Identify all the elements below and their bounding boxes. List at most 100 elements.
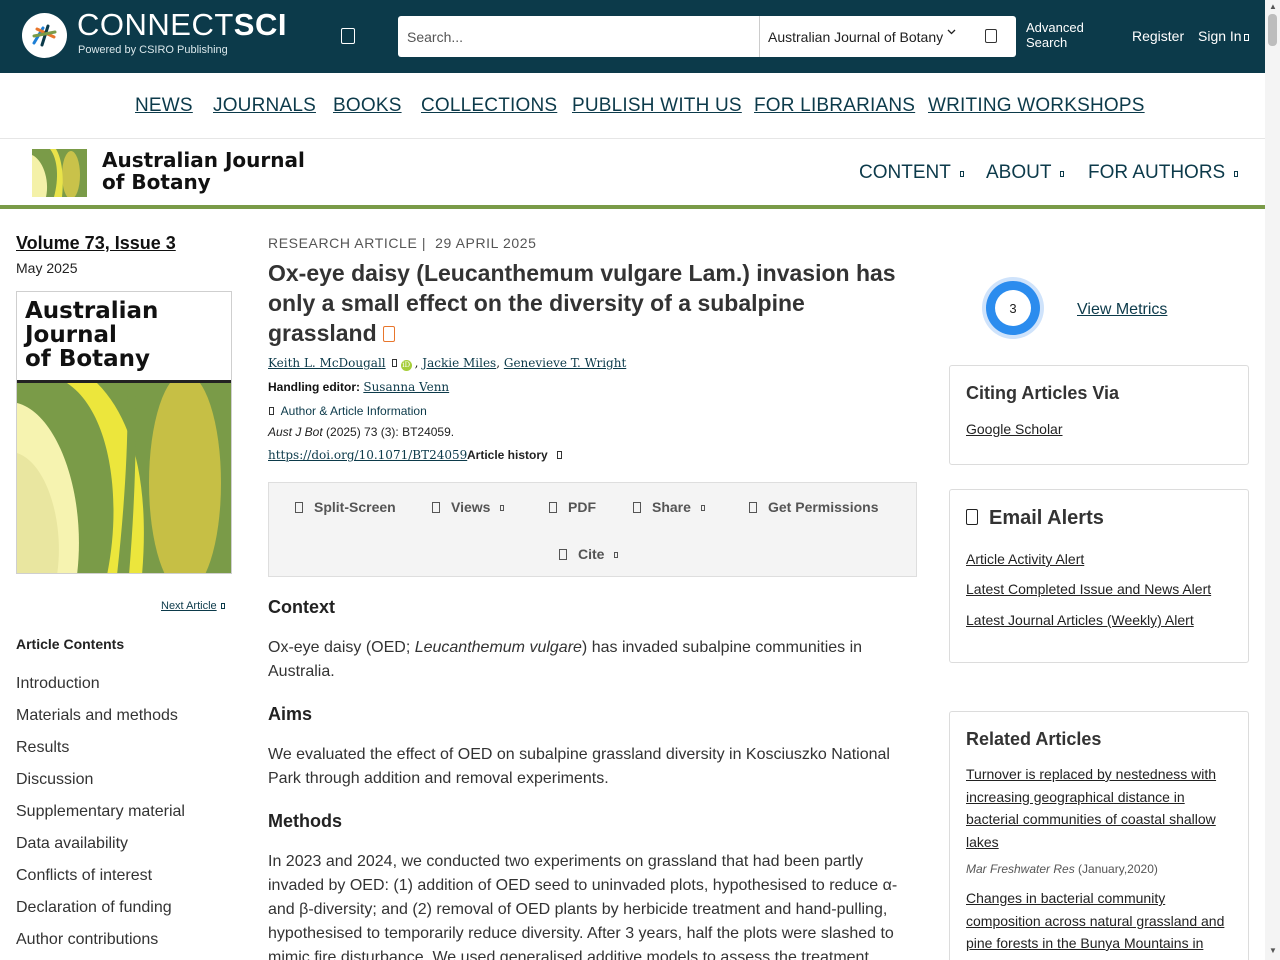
toc-item-introduction[interactable]: Introduction (16, 675, 100, 693)
nav-news[interactable]: NEWS (135, 95, 193, 117)
open-access-icon (382, 326, 395, 342)
section-body-aims: We evaluated the effect of OED on subalp… (268, 746, 890, 787)
search-divider (759, 16, 760, 57)
toc-item-supplementary-material[interactable]: Supplementary material (16, 803, 185, 821)
chevron-down-icon (700, 505, 705, 511)
view-metrics-link[interactable]: View Metrics (1077, 301, 1167, 319)
menu-icon[interactable] (341, 28, 355, 44)
cite-dropdown[interactable]: Cite (559, 546, 619, 562)
journal-nav-content[interactable]: CONTENT (859, 162, 964, 184)
related-article-journal-1: Mar Freshwater Res (966, 862, 1075, 876)
share-dropdown[interactable]: Share (633, 499, 705, 515)
user-icon (1243, 34, 1249, 41)
orcid-icon[interactable]: iD (400, 360, 412, 371)
email-icon[interactable] (391, 359, 397, 367)
share-label: Share (652, 499, 691, 515)
views-label: Views (451, 499, 491, 515)
chevron-down-icon (269, 407, 274, 415)
author-link-mcdougall[interactable]: Keith L. McDougall (268, 356, 386, 370)
nav-journals[interactable]: JOURNALS (213, 95, 316, 117)
cite-label: Cite (578, 546, 605, 562)
scroll-up-arrow-icon[interactable]: ▲ (1269, 2, 1277, 11)
article-toolbar: Split-Screen Views PDF Share Get Permiss… (268, 482, 917, 577)
issue-link[interactable]: Volume 73, Issue 3 (16, 233, 176, 254)
next-article-link[interactable]: Next Article (161, 600, 225, 612)
toc-item-data-availability[interactable]: Data availability (16, 835, 128, 853)
cover-title-line3: of Botany (25, 346, 151, 372)
journal-title-line2: of Botany (102, 170, 211, 194)
altmetric-badge[interactable]: 3 (980, 275, 1046, 341)
register-link[interactable]: Register (1132, 28, 1184, 44)
journal-nav-for-authors[interactable]: FOR AUTHORS (1088, 162, 1239, 184)
journal-nav-content-label: CONTENT (859, 162, 951, 183)
doi-link[interactable]: https://doi.org/10.1071/BT24059 (268, 448, 467, 462)
handling-editor-line: Handling editor: Susanna Venn (268, 380, 449, 394)
sign-in-label: Sign In (1198, 28, 1242, 44)
pdf-label: PDF (568, 499, 596, 515)
brand-name[interactable]: CONNECTSCI (77, 8, 287, 42)
split-screen-button[interactable]: Split-Screen (295, 499, 396, 515)
toc-item-results[interactable]: Results (16, 739, 69, 757)
author-list: Keith L. McDougall iD, Jackie Miles, Gene… (268, 356, 627, 371)
chevron-down-icon[interactable] (947, 29, 956, 35)
advanced-search-link[interactable]: Advanced Search (1026, 20, 1096, 50)
related-article-link-2[interactable]: Changes in bacterial community compositi… (966, 887, 1234, 955)
journal-header: Australian Journal of Botany CONTENT ABO… (0, 140, 1265, 205)
author-link-wright[interactable]: Genevieve T. Wright (504, 356, 626, 370)
scroll-down-arrow-icon[interactable]: ▼ (1269, 946, 1277, 955)
author-link-miles[interactable]: Jackie Miles (422, 356, 496, 370)
article-contents-heading: Article Contents (16, 636, 125, 652)
nav-publish-with-us[interactable]: PUBLISH WITH US (572, 95, 742, 117)
search-icon[interactable] (985, 29, 997, 43)
context-text-pre: Ox-eye daisy (OED; (268, 639, 415, 656)
section-heading-methods: Methods (268, 811, 342, 831)
latest-issue-alert-link[interactable]: Latest Completed Issue and News Alert (966, 581, 1211, 597)
brand-bold: SCI (233, 7, 287, 42)
article-title-text: Ox-eye daisy (Leucanthemum vulgare Lam.)… (268, 260, 896, 346)
pdf-button[interactable]: PDF (549, 499, 596, 515)
chevron-down-icon (556, 451, 562, 459)
nav-collections[interactable]: COLLECTIONS (421, 95, 557, 117)
sign-in-link[interactable]: Sign In (1198, 28, 1249, 44)
toc-item-conflicts-of-interest[interactable]: Conflicts of interest (16, 867, 152, 885)
toc-item-declaration-of-funding[interactable]: Declaration of funding (16, 899, 172, 917)
nav-writing-workshops[interactable]: WRITING WORKSHOPS (928, 95, 1145, 117)
connectsci-logo[interactable] (22, 13, 67, 58)
toc-item-author-contributions[interactable]: Author contributions (16, 931, 158, 949)
related-article-date-1: (January,2020) (1074, 862, 1158, 876)
views-dropdown[interactable]: Views (432, 499, 505, 515)
nav-books[interactable]: BOOKS (333, 95, 402, 117)
issue-cover-image[interactable]: Australian Journal of Botany (16, 291, 232, 574)
article-history-toggle[interactable]: Article history (467, 448, 566, 462)
chevron-right-icon (220, 603, 225, 609)
cover-artwork (17, 383, 231, 573)
toc-item-discussion[interactable]: Discussion (16, 771, 93, 789)
weekly-articles-alert-link[interactable]: Latest Journal Articles (Weekly) Alert (966, 612, 1194, 628)
scroll-thumb[interactable] (1268, 14, 1277, 46)
nav-for-librarians[interactable]: FOR LIBRARIANS (754, 95, 915, 117)
related-article-source-1: Mar Freshwater Res (January,2020) (966, 862, 1158, 876)
bell-icon (966, 509, 978, 525)
related-article-link-1[interactable]: Turnover is replaced by nestedness with … (966, 763, 1234, 853)
citation-journal: Aust J Bot (268, 425, 323, 439)
author-article-info-toggle[interactable]: Author & Article Information (268, 404, 427, 418)
citation-details: (2025) 73 (3): BT24059. (322, 425, 455, 439)
handling-editor-link[interactable]: Susanna Venn (363, 380, 449, 394)
journal-nav-about[interactable]: ABOUT (986, 162, 1065, 184)
search-input[interactable] (398, 16, 759, 57)
logo-mark-icon (32, 24, 57, 47)
section-body-context: Ox-eye daisy (OED; Leucanthemum vulgare)… (268, 636, 918, 684)
context-text-species: Leucanthemum vulgare (414, 639, 582, 656)
article-activity-alert-link[interactable]: Article Activity Alert (966, 551, 1084, 567)
get-permissions-button[interactable]: Get Permissions (749, 499, 879, 515)
journal-nav-for-authors-label: FOR AUTHORS (1088, 162, 1226, 183)
toc-item-materials-and-methods[interactable]: Materials and methods (16, 707, 178, 725)
eye-icon (432, 502, 440, 513)
cover-title: Australian Journal of Botany (25, 299, 158, 371)
page-scrollbar[interactable]: ▲ ▼ (1265, 0, 1280, 960)
pdf-icon (549, 502, 557, 513)
journal-title[interactable]: Australian Journal of Botany (102, 149, 305, 193)
google-scholar-link[interactable]: Google Scholar (966, 421, 1063, 437)
search-scope-select[interactable]: Australian Journal of Botany (768, 29, 943, 45)
journal-logo-icon[interactable] (32, 149, 87, 197)
